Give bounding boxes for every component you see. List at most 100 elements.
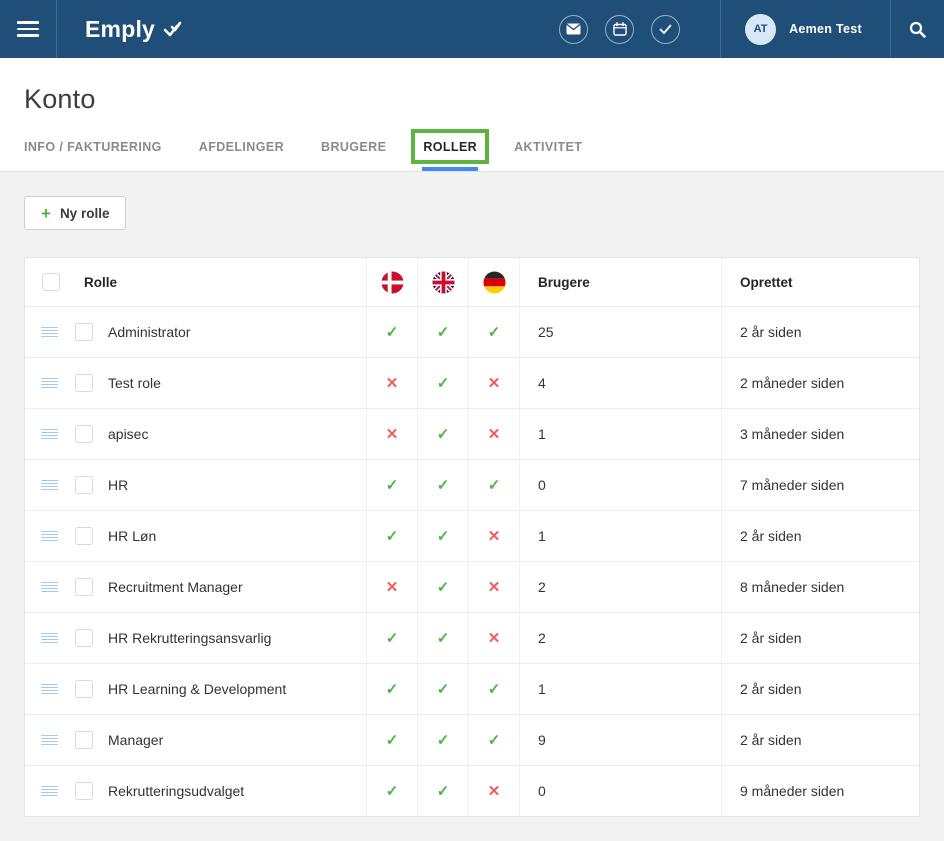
british-mark-icon: ✓ <box>437 476 450 494</box>
column-header-created: Oprettet <box>740 275 793 290</box>
drag-handle-icon[interactable] <box>41 327 58 338</box>
created-ago: 2 måneder siden <box>740 375 844 391</box>
role-name-link[interactable]: Test role <box>108 375 161 391</box>
page-header: Konto INFO / FAKTURERING AFDELINGER BRUG… <box>0 58 944 172</box>
table-row: Manager ✓ ✓ ✓ 9 2 år siden <box>25 714 919 765</box>
user-menu[interactable]: AT Aemen Test <box>720 0 890 58</box>
row-checkbox[interactable] <box>75 782 93 800</box>
column-header-role: Rolle <box>84 275 117 290</box>
tab-info-fakturering[interactable]: INFO / FAKTURERING <box>24 140 162 171</box>
avatar: AT <box>745 14 776 45</box>
plus-icon: + <box>41 205 51 222</box>
users-count: 9 <box>538 732 546 748</box>
row-checkbox[interactable] <box>75 323 93 341</box>
drag-handle-icon[interactable] <box>41 735 58 746</box>
created-ago: 7 måneder siden <box>740 477 844 493</box>
danish-mark-icon: ✓ <box>386 731 399 749</box>
created-ago: 2 år siden <box>740 732 801 748</box>
users-count: 4 <box>538 375 546 391</box>
danish-mark-icon: ✓ <box>386 680 399 698</box>
table-header-row: Rolle <box>25 258 919 306</box>
role-name-link[interactable]: HR Rekrutteringsansvarlig <box>108 630 271 646</box>
german-mark-icon: ✕ <box>488 578 501 596</box>
column-header-danish-flag <box>366 258 417 306</box>
users-count: 2 <box>538 630 546 646</box>
row-checkbox[interactable] <box>75 578 93 596</box>
role-name-link[interactable]: Recruitment Manager <box>108 579 243 595</box>
created-ago: 2 år siden <box>740 681 801 697</box>
danish-flag-icon <box>381 271 404 294</box>
tab-aktivitet[interactable]: AKTIVITET <box>514 140 582 171</box>
danish-mark-icon: ✕ <box>386 425 399 443</box>
table-row: HR Learning & Development ✓ ✓ ✓ 1 2 år s… <box>25 663 919 714</box>
german-flag-icon <box>483 271 506 294</box>
drag-handle-icon[interactable] <box>41 582 58 593</box>
row-checkbox[interactable] <box>75 680 93 698</box>
calendar-icon[interactable] <box>605 15 634 44</box>
created-ago: 2 år siden <box>740 630 801 646</box>
column-header-british-flag <box>417 258 468 306</box>
role-name-link[interactable]: HR <box>108 477 128 493</box>
users-count: 0 <box>538 477 546 493</box>
british-mark-icon: ✓ <box>437 323 450 341</box>
british-mark-icon: ✓ <box>437 578 450 596</box>
tasks-check-icon[interactable] <box>651 15 680 44</box>
role-name-link[interactable]: HR Learning & Development <box>108 681 286 697</box>
danish-mark-icon: ✕ <box>386 374 399 392</box>
drag-handle-icon[interactable] <box>41 429 58 440</box>
british-mark-icon: ✓ <box>437 425 450 443</box>
table-row: apisec ✕ ✓ ✕ 1 3 måneder siden <box>25 408 919 459</box>
drag-handle-icon[interactable] <box>41 480 58 491</box>
german-mark-icon: ✕ <box>488 782 501 800</box>
drag-handle-icon[interactable] <box>41 684 58 695</box>
table-row: HR ✓ ✓ ✓ 0 7 måneder siden <box>25 459 919 510</box>
emply-logo-mark-icon <box>162 19 182 39</box>
drag-handle-icon[interactable] <box>41 633 58 644</box>
british-mark-icon: ✓ <box>437 731 450 749</box>
mail-icon[interactable] <box>559 15 588 44</box>
row-checkbox[interactable] <box>75 374 93 392</box>
table-row: HR Løn ✓ ✓ ✕ 1 2 år siden <box>25 510 919 561</box>
tab-roller[interactable]: ROLLER <box>423 140 477 171</box>
british-mark-icon: ✓ <box>437 680 450 698</box>
tab-brugere[interactable]: BRUGERE <box>321 140 386 171</box>
users-count: 1 <box>538 681 546 697</box>
row-checkbox[interactable] <box>75 731 93 749</box>
active-tab-underline <box>422 167 478 171</box>
row-checkbox[interactable] <box>75 629 93 647</box>
created-ago: 9 måneder siden <box>740 783 844 799</box>
users-count: 2 <box>538 579 546 595</box>
column-header-users: Brugere <box>538 275 590 290</box>
tab-bar: INFO / FAKTURERING AFDELINGER BRUGERE RO… <box>24 140 920 171</box>
danish-mark-icon: ✓ <box>386 323 399 341</box>
table-row: Administrator ✓ ✓ ✓ 25 2 år siden <box>25 306 919 357</box>
german-mark-icon: ✕ <box>488 527 501 545</box>
danish-mark-icon: ✓ <box>386 527 399 545</box>
column-header-german-flag <box>468 258 519 306</box>
role-name-link[interactable]: Rekrutteringsudvalget <box>108 783 244 799</box>
british-mark-icon: ✓ <box>437 374 450 392</box>
british-mark-icon: ✓ <box>437 782 450 800</box>
row-checkbox[interactable] <box>75 425 93 443</box>
german-mark-icon: ✓ <box>488 323 501 341</box>
role-name-link[interactable]: apisec <box>108 426 148 442</box>
select-all-checkbox[interactable] <box>42 273 60 291</box>
row-checkbox[interactable] <box>75 476 93 494</box>
drag-handle-icon[interactable] <box>41 378 58 389</box>
created-ago: 2 år siden <box>740 324 801 340</box>
drag-handle-icon[interactable] <box>41 531 58 542</box>
role-name-link[interactable]: Manager <box>108 732 163 748</box>
hamburger-menu-button[interactable] <box>0 0 57 58</box>
british-mark-icon: ✓ <box>437 629 450 647</box>
search-button[interactable] <box>890 0 944 58</box>
role-name-link[interactable]: HR Løn <box>108 528 156 544</box>
german-mark-icon: ✕ <box>488 374 501 392</box>
german-mark-icon: ✓ <box>488 476 501 494</box>
emply-logo[interactable]: Emply <box>85 0 182 58</box>
row-checkbox[interactable] <box>75 527 93 545</box>
british-flag-icon <box>432 271 455 294</box>
role-name-link[interactable]: Administrator <box>108 324 190 340</box>
tab-afdelinger[interactable]: AFDELINGER <box>199 140 284 171</box>
new-role-button[interactable]: + Ny rolle <box>24 196 126 230</box>
roles-table: Rolle <box>24 257 920 817</box>
